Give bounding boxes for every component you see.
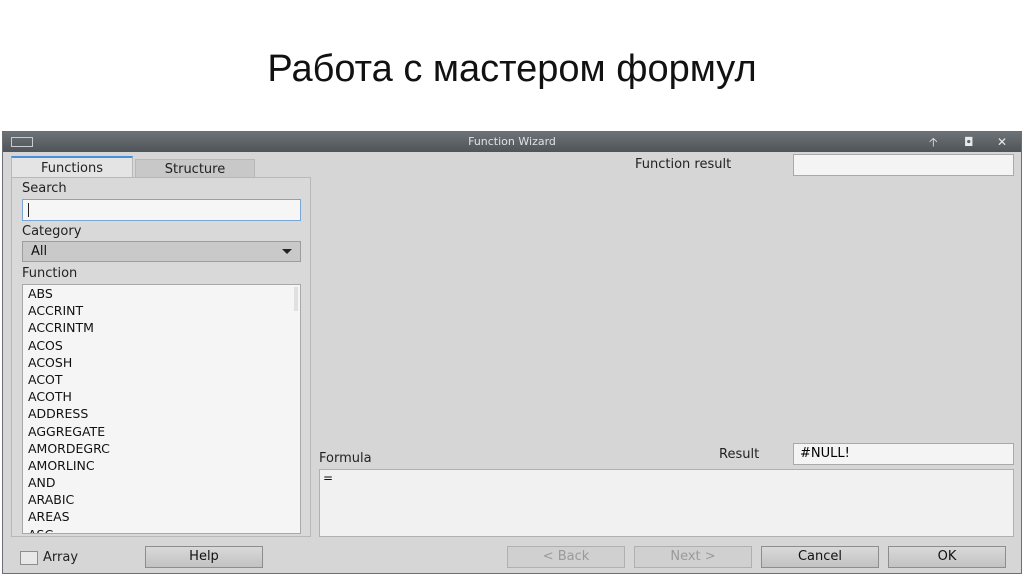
list-item[interactable]: AGGREGATE xyxy=(23,423,300,440)
close-icon[interactable]: ✕ xyxy=(997,134,1007,150)
list-item[interactable]: ARABIC xyxy=(23,491,300,508)
search-label: Search xyxy=(22,181,67,196)
list-item[interactable]: ABS xyxy=(23,285,300,302)
help-button[interactable]: Help xyxy=(145,546,263,568)
functions-panel: Search Category All Function ABS ACCRINT… xyxy=(11,177,311,537)
ok-button[interactable]: OK xyxy=(888,546,1006,568)
text-cursor xyxy=(28,203,29,217)
list-item[interactable]: ASC xyxy=(23,526,300,533)
function-label: Function xyxy=(22,266,78,281)
function-wizard-window: Function Wizard 🡡 ◘ ✕ Functions Structur… xyxy=(2,131,1022,574)
search-input[interactable] xyxy=(22,199,301,221)
result-field: #NULL! xyxy=(793,443,1014,465)
category-select[interactable]: All xyxy=(22,241,301,262)
maximize-icon[interactable]: ◘ xyxy=(964,134,974,150)
minimize-icon[interactable]: 🡡 xyxy=(929,134,938,150)
window-title: Function Wizard xyxy=(468,135,556,148)
back-button[interactable]: < Back xyxy=(507,546,625,568)
list-item[interactable]: ACCRINT xyxy=(23,302,300,319)
list-item[interactable]: ACOS xyxy=(23,337,300,354)
formula-editor[interactable]: = xyxy=(319,469,1014,537)
formula-label: Formula xyxy=(319,451,372,466)
list-item[interactable]: ACOTH xyxy=(23,388,300,405)
function-list[interactable]: ABS ACCRINT ACCRINTM ACOS ACOSH ACOT ACO… xyxy=(22,284,301,534)
list-item[interactable]: AREAS xyxy=(23,508,300,525)
category-label: Category xyxy=(22,224,82,239)
tab-functions[interactable]: Functions xyxy=(11,156,133,178)
list-item[interactable]: ACOSH xyxy=(23,354,300,371)
result-label: Result xyxy=(719,447,760,462)
array-checkbox[interactable] xyxy=(20,551,38,565)
tab-structure[interactable]: Structure xyxy=(135,159,255,178)
cancel-button[interactable]: Cancel xyxy=(761,546,879,568)
category-selected-value: All xyxy=(31,244,48,259)
list-item[interactable]: AMORLINC xyxy=(23,457,300,474)
array-label: Array xyxy=(43,550,79,565)
list-item[interactable]: ACCRINTM xyxy=(23,319,300,336)
list-item[interactable]: ACOT xyxy=(23,371,300,388)
function-result-label: Function result xyxy=(635,157,732,172)
list-item[interactable]: AMORDEGRC xyxy=(23,440,300,457)
chevron-down-icon[interactable] xyxy=(282,249,292,254)
slide-title: Работа с мастером формул xyxy=(267,48,757,90)
list-item[interactable]: AND xyxy=(23,474,300,491)
list-item[interactable]: ADDRESS xyxy=(23,405,300,422)
function-result-field xyxy=(793,154,1014,176)
title-bar[interactable]: Function Wizard 🡡 ◘ ✕ xyxy=(3,132,1021,152)
next-button[interactable]: Next > xyxy=(634,546,752,568)
list-scrollbar[interactable] xyxy=(294,287,298,311)
